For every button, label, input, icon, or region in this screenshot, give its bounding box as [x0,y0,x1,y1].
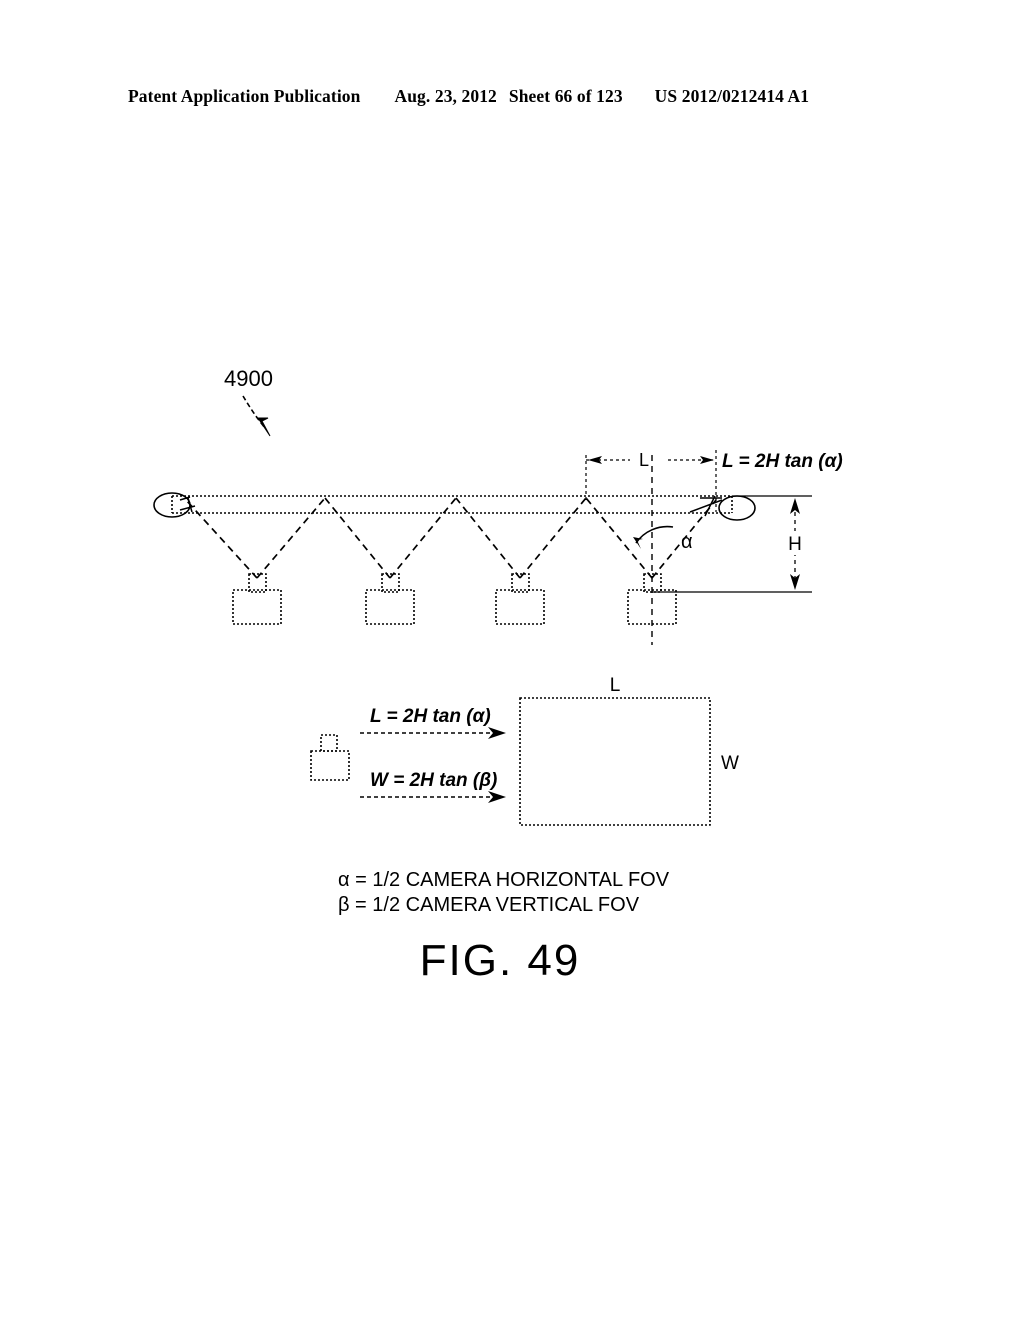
camera-3 [495,573,545,625]
footprint-width-label: W [721,753,739,774]
camera-2-body [365,589,415,625]
l-dimension-label: L [639,450,649,470]
angle-alpha-label: α [681,531,693,553]
figure-49-drawing: 4900 L L = 2H tan (α) H α L = 2H tan (α)… [153,366,843,985]
bottom-camera-body [310,750,350,781]
camera-1-body [232,589,282,625]
fov-ray-camera3-left [455,497,521,579]
fov-ray-camera2-left [324,497,391,579]
formula-l-arrowhead [488,727,506,739]
formula-l-top: L = 2H tan (α) [722,451,843,472]
formula-w-arrowhead [488,791,506,803]
angle-alpha-arrowhead [633,537,643,549]
camera-1 [232,573,282,625]
footprint-rectangle [519,697,711,826]
h-arrow-up [790,498,800,514]
bottom-camera-icon [310,734,350,781]
fov-ray-camera2-right [389,497,457,579]
patent-page: Patent Application Publication Aug. 23, … [0,0,1024,1320]
fov-ray-camera3-right [519,497,587,579]
figure-caption: FIG. 49 [420,936,581,985]
formula-l-bottom: L = 2H tan (α) [370,706,491,727]
formula-w-bottom: W = 2H tan (β) [370,770,497,791]
fov-ray-camera1-left [185,499,258,579]
angle-alpha-arc [635,525,674,544]
l-arrow-right [700,456,714,464]
reference-numeral-4900: 4900 [224,366,273,391]
bottom-camera-lens [320,734,338,752]
footprint-length-label: L [610,675,621,696]
legend-line-beta: β = 1/2 CAMERA VERTICAL FOV [338,894,640,916]
camera-2 [365,573,415,625]
legend-line-alpha: α = 1/2 CAMERA HORIZONTAL FOV [338,869,670,891]
camera-4-body [627,589,677,625]
band-right-loop [718,495,756,521]
h-dimension-label: H [788,534,802,555]
camera-3-body [495,589,545,625]
fov-ray-camera1-right [256,497,326,579]
lead-line-arrowhead [257,417,271,437]
fov-ray-camera4-left [585,497,653,579]
